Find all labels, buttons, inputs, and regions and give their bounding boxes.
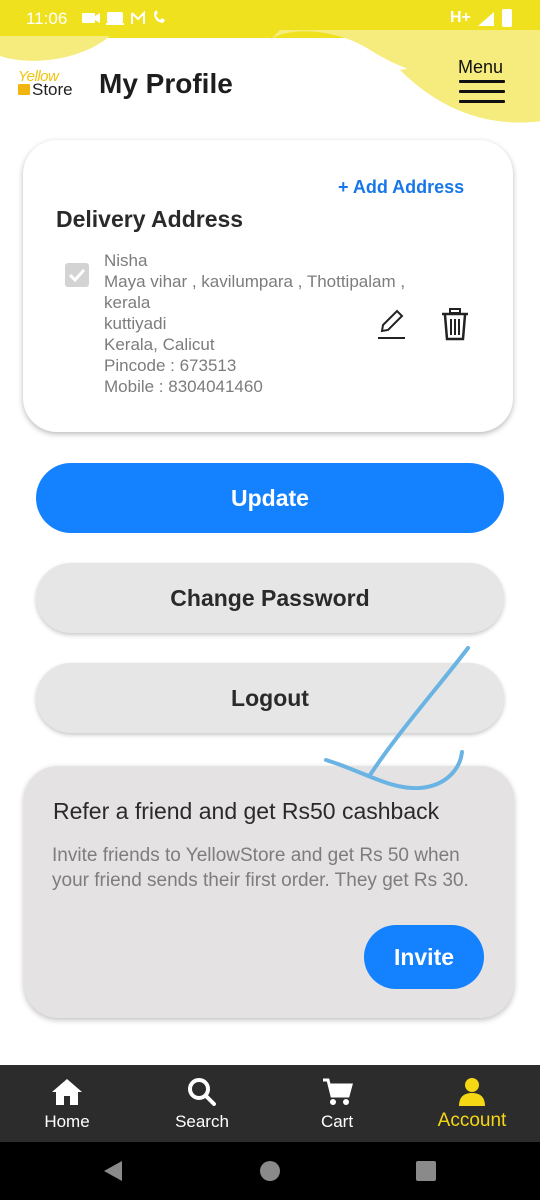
- address-line: Maya vihar , kavilumpara , Thottipalam ,: [104, 272, 406, 291]
- nav-account-label: Account: [437, 1110, 507, 1131]
- nav-home-label: Home: [44, 1112, 90, 1131]
- hamburger-icon: [459, 80, 505, 83]
- page-title: My Profile: [99, 68, 233, 99]
- hamburger-line: [459, 100, 505, 103]
- trash-icon: [442, 308, 468, 341]
- status-time: 11:06: [26, 9, 68, 28]
- refer-description: Invite friends to YellowStore and get Rs…: [52, 845, 469, 891]
- nav-home[interactable]: Home: [13, 1065, 121, 1142]
- address-mobile: Mobile : 8304041460: [104, 377, 263, 396]
- cart-icon: [323, 1078, 353, 1105]
- home-icon: [52, 1079, 82, 1105]
- signal-icon: [478, 12, 494, 26]
- search-icon: [188, 1078, 216, 1106]
- menu-button[interactable]: [456, 76, 508, 110]
- notification-icons: [82, 9, 192, 31]
- logout-button[interactable]: Logout: [36, 663, 504, 733]
- menu-label[interactable]: Menu: [458, 57, 503, 78]
- checkmark-icon: [68, 268, 86, 283]
- pencil-icon: [378, 309, 405, 339]
- hamburger-line: [459, 90, 505, 93]
- change-password-button[interactable]: Change Password: [36, 563, 504, 633]
- notification-glyphs-icon: [82, 10, 165, 25]
- yellowstore-logo: Yellow Store: [18, 68, 84, 100]
- delete-address-button[interactable]: [440, 307, 470, 341]
- add-address-link[interactable]: + Add Address: [338, 177, 464, 198]
- logo-text-bottom: Store: [32, 80, 73, 99]
- update-button[interactable]: Update: [36, 463, 504, 533]
- invite-button[interactable]: Invite: [364, 925, 484, 989]
- address-pincode: Pincode : 673513: [104, 356, 237, 375]
- address-line: Kerala, Calicut: [104, 335, 215, 354]
- refer-title: Refer a friend and get Rs50 cashback: [53, 798, 440, 824]
- account-icon: [459, 1078, 485, 1106]
- address-line: kerala: [104, 293, 151, 312]
- address-name: Nisha: [104, 251, 148, 270]
- address-checkbox[interactable]: [65, 263, 89, 287]
- home-circle-icon[interactable]: [259, 1160, 281, 1182]
- battery-icon: [502, 9, 512, 27]
- delivery-address-heading: Delivery Address: [56, 206, 244, 232]
- network-type: H+: [450, 9, 471, 26]
- nav-cart[interactable]: Cart: [283, 1065, 391, 1142]
- nav-account[interactable]: Account: [418, 1065, 526, 1142]
- nav-search-label: Search: [175, 1112, 229, 1131]
- back-icon[interactable]: [102, 1160, 124, 1182]
- nav-cart-label: Cart: [320, 1112, 354, 1131]
- edit-address-button[interactable]: [374, 307, 408, 341]
- logo-bag-icon: [18, 84, 30, 95]
- recents-icon[interactable]: [415, 1160, 437, 1182]
- address-line: kuttiyadi: [104, 314, 167, 333]
- nav-search[interactable]: Search: [148, 1065, 256, 1142]
